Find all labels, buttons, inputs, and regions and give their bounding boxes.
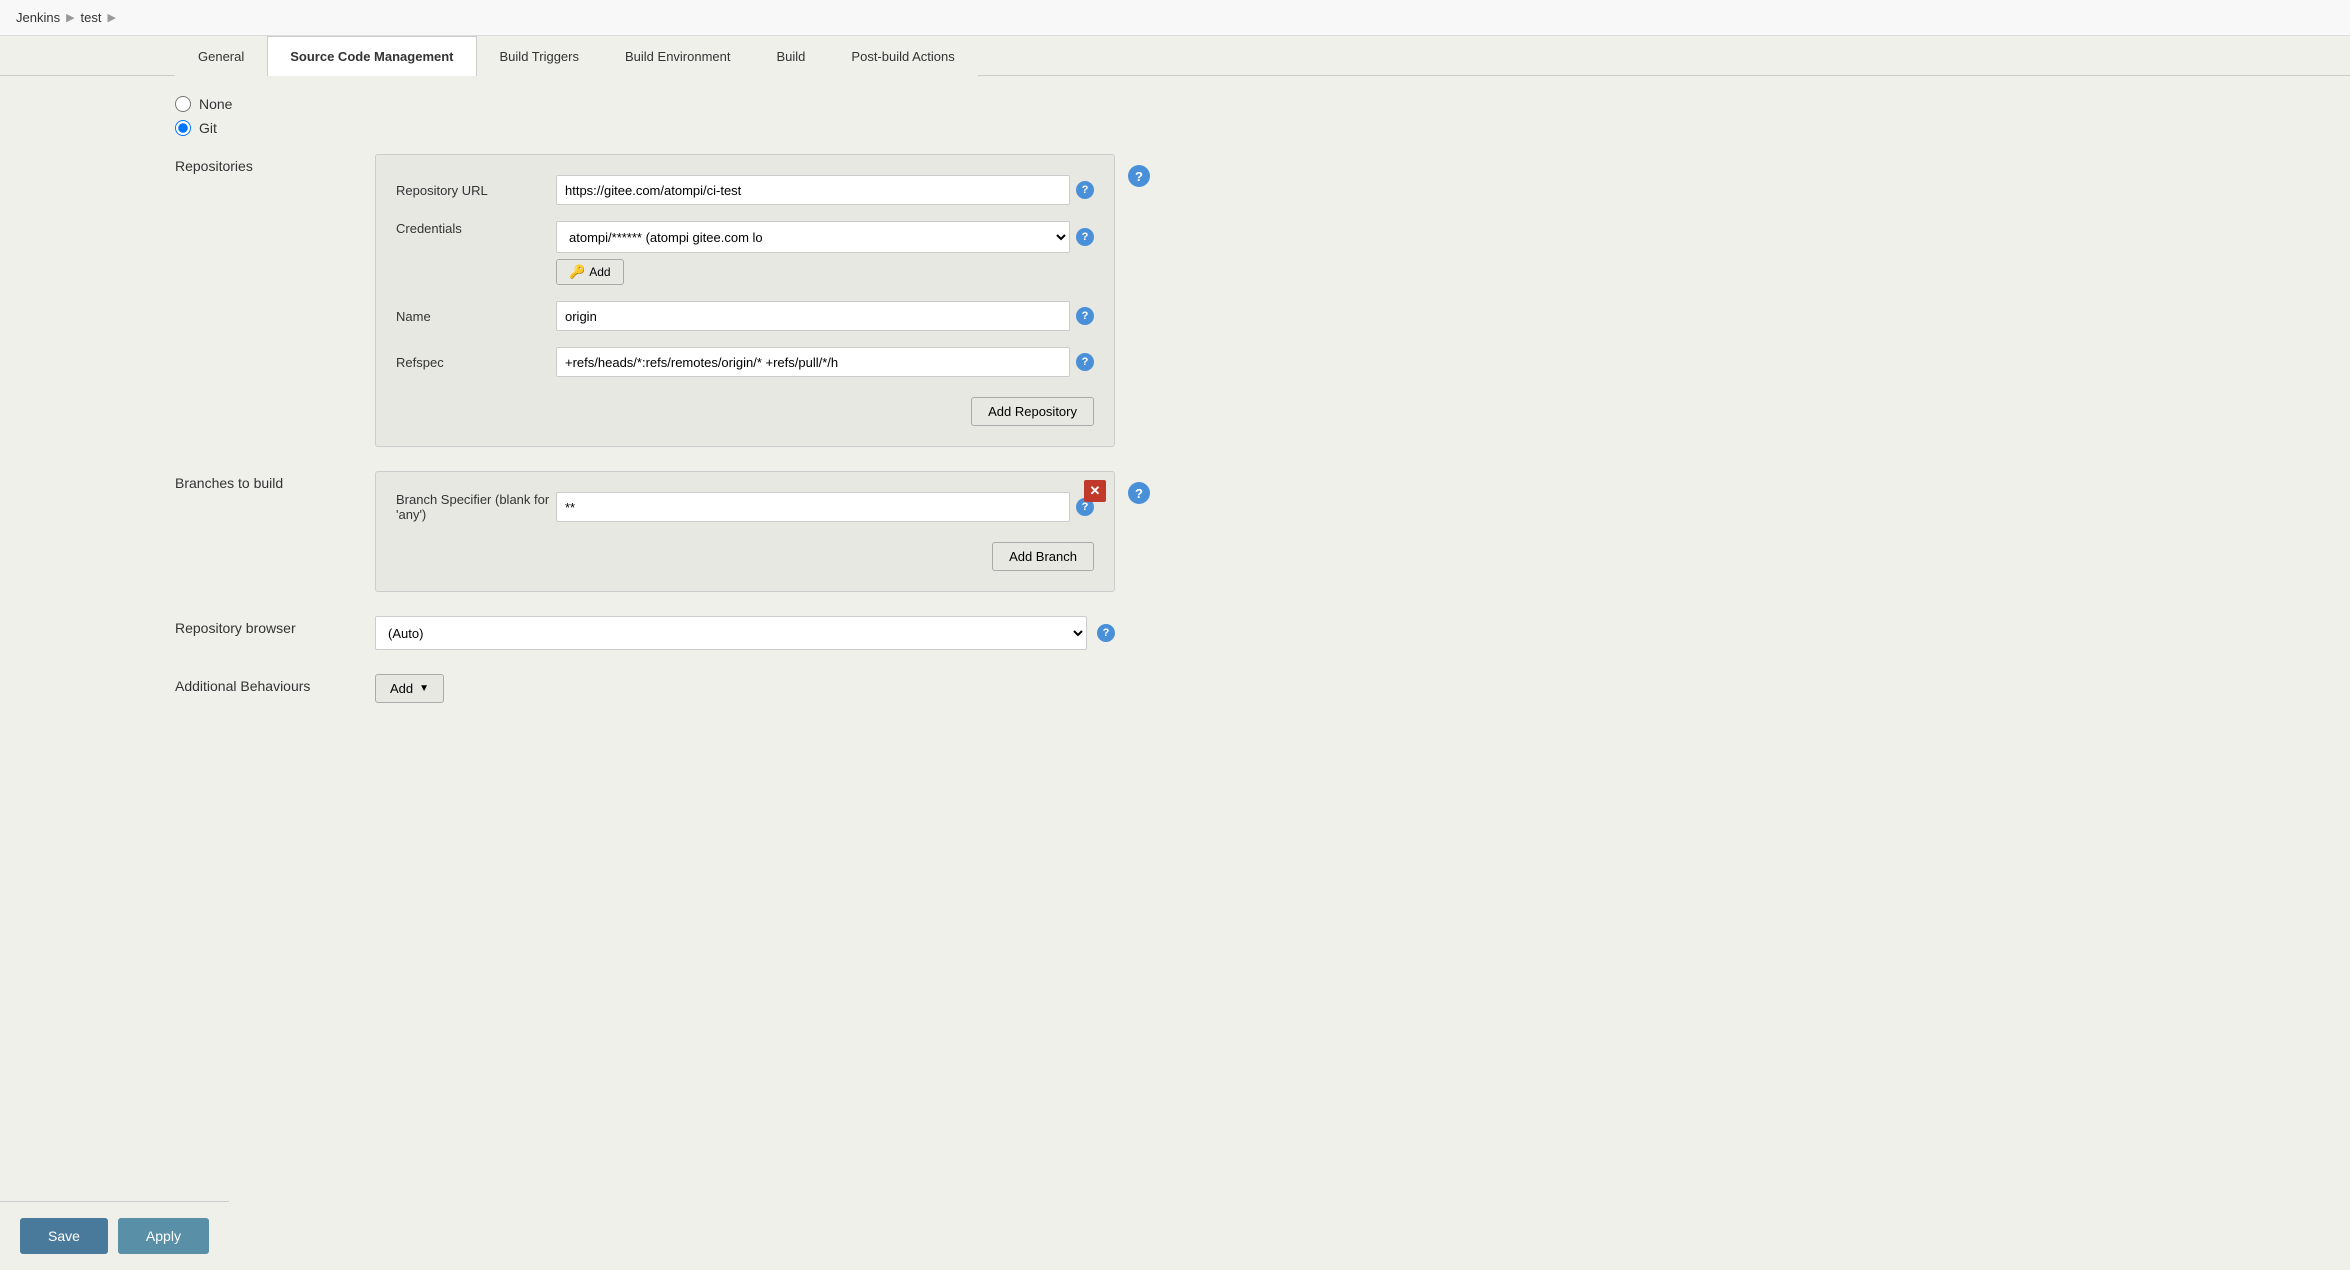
additional-behaviours-section: Additional Behaviours Add ▼ (175, 674, 2320, 703)
credentials-row: Credentials atompi/****** (atompi gitee.… (396, 221, 1094, 285)
dropdown-arrow-icon: ▼ (419, 683, 429, 694)
apply-button[interactable]: Apply (118, 1218, 209, 1254)
branch-specifier-input-group: ? (556, 492, 1094, 522)
name-row: Name ? (396, 301, 1094, 331)
branch-help-icon[interactable]: ? (1128, 482, 1150, 504)
add-credentials-button[interactable]: 🔑 Add (556, 259, 624, 285)
name-input-group: ? (556, 301, 1094, 331)
refspec-input[interactable] (556, 347, 1070, 377)
credentials-label: Credentials (396, 221, 556, 236)
key-icon: 🔑 (569, 264, 585, 280)
branches-section: Branches to build ✕ ? Branch Specifier (… (175, 471, 2320, 592)
name-label: Name (396, 309, 556, 324)
add-credentials-label: Add (589, 265, 610, 279)
bottom-bar: Save Apply (0, 1201, 229, 1270)
branch-specifier-row: Branch Specifier (blank for 'any') ? (396, 492, 1094, 522)
repo-url-help-icon[interactable]: ? (1076, 181, 1094, 199)
branch-box: ✕ ? Branch Specifier (blank for 'any') ?… (375, 471, 1115, 592)
credentials-help-icon[interactable]: ? (1076, 228, 1094, 246)
additional-behaviours-content: Add ▼ (375, 674, 2320, 703)
breadcrumb-sep-1: ▶ (66, 11, 74, 24)
breadcrumb-jenkins[interactable]: Jenkins (16, 10, 60, 25)
scm-none-label[interactable]: None (199, 96, 232, 112)
repo-browser-section: Repository browser (Auto) ? (175, 616, 2320, 650)
repositories-label: Repositories (175, 154, 375, 447)
tab-post-build-actions[interactable]: Post-build Actions (828, 36, 977, 76)
credentials-input-group: atompi/****** (atompi gitee.com lo ? 🔑 A… (556, 221, 1094, 285)
repo-browser-row: (Auto) ? (375, 616, 1115, 650)
tab-source-code-management[interactable]: Source Code Management (267, 36, 476, 76)
repo-url-label: Repository URL (396, 183, 556, 198)
add-repository-button[interactable]: Add Repository (971, 397, 1094, 426)
tab-general[interactable]: General (175, 36, 267, 76)
content-area: None Git Repositories ? Repository URL ? (0, 76, 2350, 747)
save-button[interactable]: Save (20, 1218, 108, 1254)
branch-close-button[interactable]: ✕ (1084, 480, 1106, 502)
credentials-select[interactable]: atompi/****** (atompi gitee.com lo (556, 221, 1070, 253)
refspec-row: Refspec ? (396, 347, 1094, 377)
tabs-bar: General Source Code Management Build Tri… (0, 36, 2350, 76)
scm-option-git: Git (175, 120, 2320, 136)
tab-build-environment[interactable]: Build Environment (602, 36, 754, 76)
repo-browser-help-icon[interactable]: ? (1097, 624, 1115, 642)
repositories-section: Repositories ? Repository URL ? Credenti… (175, 154, 2320, 447)
name-input[interactable] (556, 301, 1070, 331)
repositories-help-icon[interactable]: ? (1128, 165, 1150, 187)
repo-browser-content: (Auto) ? (375, 616, 2320, 650)
branch-specifier-input[interactable] (556, 492, 1070, 522)
repository-box: ? Repository URL ? Credentials (375, 154, 1115, 447)
add-repo-container: Add Repository (396, 393, 1094, 426)
branch-specifier-label: Branch Specifier (blank for 'any') (396, 492, 556, 522)
additional-behaviours-label: Additional Behaviours (175, 674, 375, 703)
breadcrumb-test[interactable]: test (81, 10, 102, 25)
branches-content: ✕ ? Branch Specifier (blank for 'any') ?… (375, 471, 2320, 592)
tab-build[interactable]: Build (754, 36, 829, 76)
refspec-label: Refspec (396, 355, 556, 370)
name-help-icon[interactable]: ? (1076, 307, 1094, 325)
branches-label: Branches to build (175, 471, 375, 592)
breadcrumb-sep-2: ▶ (108, 11, 116, 24)
add-behaviour-button[interactable]: Add ▼ (375, 674, 444, 703)
scm-none-radio[interactable] (175, 96, 191, 112)
repo-browser-select[interactable]: (Auto) (375, 616, 1087, 650)
repo-url-row: Repository URL ? (396, 175, 1094, 205)
refspec-input-group: ? (556, 347, 1094, 377)
add-behaviour-label: Add (390, 681, 413, 696)
add-branch-button[interactable]: Add Branch (992, 542, 1094, 571)
scm-option-none: None (175, 96, 2320, 112)
scm-git-label[interactable]: Git (199, 120, 217, 136)
repo-browser-label: Repository browser (175, 616, 375, 650)
scm-git-radio[interactable] (175, 120, 191, 136)
repositories-content: ? Repository URL ? Credentials (375, 154, 2320, 447)
repo-url-input-group: ? (556, 175, 1094, 205)
add-branch-container: Add Branch (396, 538, 1094, 571)
tab-build-triggers[interactable]: Build Triggers (477, 36, 602, 76)
scm-radio-group: None Git (175, 96, 2320, 136)
repo-url-input[interactable] (556, 175, 1070, 205)
breadcrumb: Jenkins ▶ test ▶ (0, 0, 2350, 36)
refspec-help-icon[interactable]: ? (1076, 353, 1094, 371)
